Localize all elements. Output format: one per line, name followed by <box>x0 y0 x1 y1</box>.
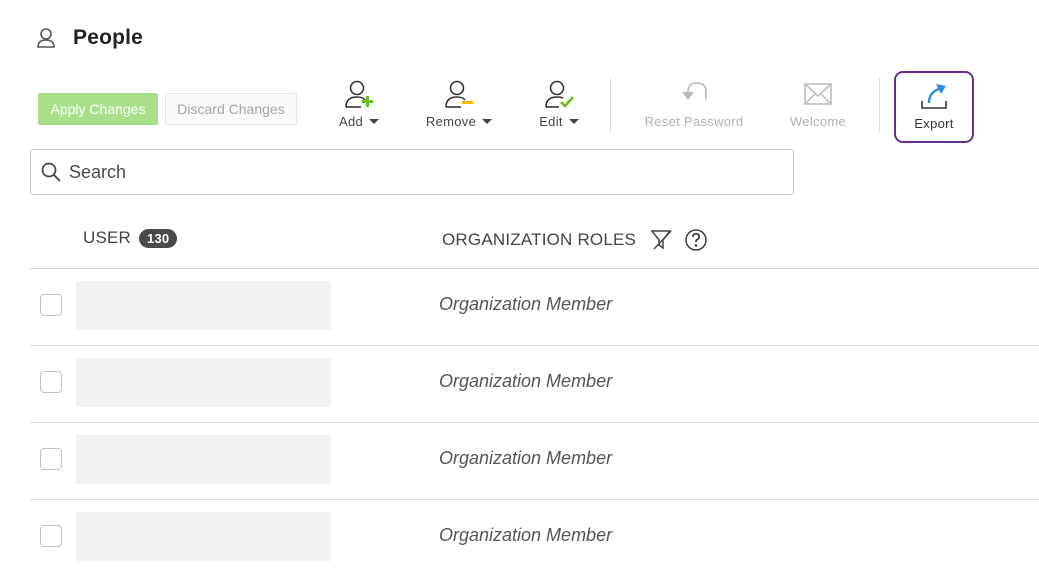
edit-user-button[interactable]: Edit <box>534 78 584 129</box>
add-user-icon <box>343 78 375 110</box>
user-cell-placeholder <box>76 358 331 407</box>
user-cell-placeholder <box>76 512 331 561</box>
table-row: Organization Member <box>30 269 1039 346</box>
row-checkbox[interactable] <box>40 371 62 393</box>
remove-user-icon <box>443 78 475 110</box>
envelope-icon <box>802 78 834 110</box>
add-label: Add <box>338 114 364 129</box>
chevron-down-icon <box>369 119 380 124</box>
row-checkbox[interactable] <box>40 525 62 547</box>
page-header: People <box>36 26 143 50</box>
role-cell: Organization Member <box>439 525 613 545</box>
search-box[interactable] <box>30 149 794 195</box>
welcome-button[interactable]: Welcome <box>787 78 849 129</box>
chevron-down-icon <box>568 119 579 124</box>
user-column-label: USER <box>83 228 132 247</box>
reset-password-label: Reset Password <box>644 114 744 129</box>
table-row: Organization Member <box>30 500 1039 575</box>
remove-user-button[interactable]: Remove <box>422 78 496 129</box>
person-icon <box>36 27 56 49</box>
add-user-button[interactable]: Add <box>334 78 384 129</box>
roles-column-header: ORGANIZATION ROLES <box>442 228 708 252</box>
reset-password-button[interactable]: Reset Password <box>643 78 745 129</box>
toolbar-divider <box>879 78 880 132</box>
welcome-label: Welcome <box>789 114 847 129</box>
toolbar-divider <box>610 78 611 132</box>
table-row: Organization Member <box>30 423 1039 500</box>
discard-changes-button[interactable]: Discard Changes <box>165 93 297 125</box>
page-title: People <box>73 26 144 49</box>
export-button[interactable]: Export <box>894 71 974 143</box>
export-icon <box>918 81 950 113</box>
roles-column-label: ORGANIZATION ROLES <box>442 230 637 249</box>
search-input[interactable] <box>69 161 749 183</box>
remove-label: Remove <box>425 114 477 129</box>
apply-changes-button[interactable]: Apply Changes <box>38 93 158 125</box>
undo-arrow-icon <box>678 78 710 110</box>
edit-user-icon <box>543 78 575 110</box>
edit-label: Edit <box>539 114 563 129</box>
user-cell-placeholder <box>76 281 331 330</box>
user-cell-placeholder <box>76 435 331 484</box>
help-icon[interactable] <box>684 228 708 252</box>
role-cell: Organization Member <box>439 371 613 391</box>
export-label: Export <box>914 116 954 131</box>
filter-icon[interactable] <box>650 228 674 252</box>
user-count-badge: 130 <box>139 228 178 248</box>
user-column-header[interactable]: USER 130 <box>83 228 178 248</box>
table-row: Organization Member <box>30 346 1039 423</box>
row-checkbox[interactable] <box>40 294 62 316</box>
chevron-down-icon <box>482 119 493 124</box>
search-icon <box>41 162 61 182</box>
role-cell: Organization Member <box>439 294 613 314</box>
row-checkbox[interactable] <box>40 448 62 470</box>
role-cell: Organization Member <box>439 448 613 468</box>
